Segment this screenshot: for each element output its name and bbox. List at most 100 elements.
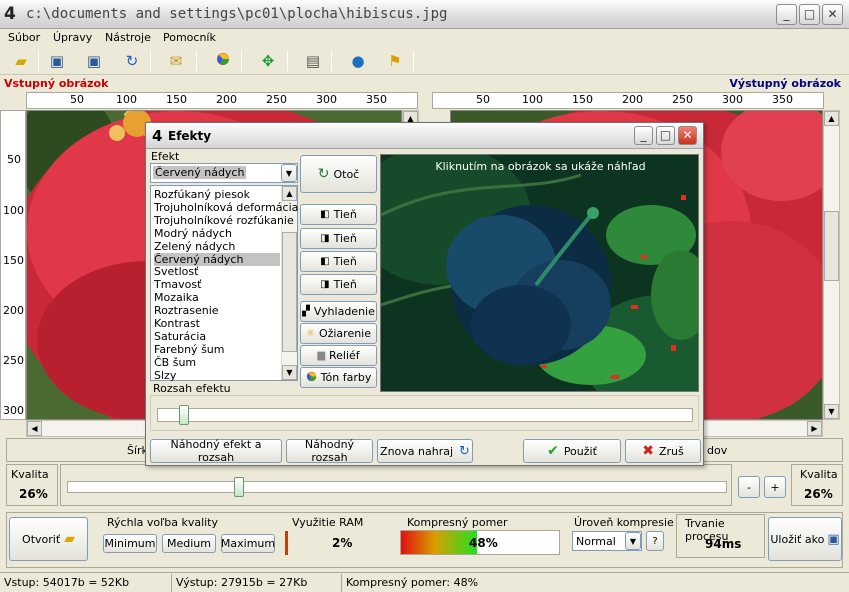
shadow-button-1[interactable]: ◧ Tieň xyxy=(300,204,377,225)
effect-select[interactable]: Červený nádych ▼ xyxy=(150,163,298,183)
open-file-button[interactable]: Otvoriť ▰ xyxy=(9,517,88,561)
ruler-tick: 200 xyxy=(622,93,643,106)
close-button[interactable]: ✕ xyxy=(822,4,843,25)
effect-list-item[interactable]: Trojuholníkové rozfúkanie xyxy=(154,214,294,227)
ruler-tick: 300 xyxy=(722,93,743,106)
compression-ratio-title: Kompresný pomer xyxy=(407,516,508,529)
scroll-thumb[interactable] xyxy=(824,211,839,281)
refresh-icon[interactable]: ↻ xyxy=(121,50,143,72)
scroll-right-icon[interactable]: ▶ xyxy=(807,421,822,436)
quality-slider-track[interactable] xyxy=(67,481,727,493)
scroll-left-icon[interactable]: ◀ xyxy=(27,421,42,436)
color-wheel-icon[interactable] xyxy=(212,50,234,72)
menu-help[interactable]: Pomocník xyxy=(163,31,216,44)
reload-button[interactable]: Znova nahraj ↻ xyxy=(377,439,473,463)
effect-list-item[interactable]: Mozaika xyxy=(154,291,199,304)
effect-preview[interactable]: Kliknutím na obrázok sa ukáže náhľad xyxy=(380,154,699,392)
medium-button[interactable]: Medium xyxy=(162,534,216,553)
scroll-down-icon[interactable]: ▼ xyxy=(282,365,297,380)
signpost-icon[interactable]: ⚑ xyxy=(384,50,406,72)
compression-level-select[interactable]: Normal ▼ xyxy=(572,531,642,551)
effect-list-item[interactable]: Saturácia xyxy=(154,330,206,343)
quality-plus-button[interactable]: + xyxy=(764,476,786,498)
maximum-button[interactable]: Maximum xyxy=(221,534,275,553)
dialog-close-button[interactable]: ✕ xyxy=(678,126,697,145)
scroll-thumb[interactable] xyxy=(282,232,297,352)
ram-usage-value: 2% xyxy=(332,536,353,550)
globe-icon[interactable]: ● xyxy=(347,50,369,72)
info-right-text: dov xyxy=(707,444,728,457)
chevron-down-icon[interactable]: ▼ xyxy=(625,532,641,550)
shadow-button-2[interactable]: ◨ Tieň xyxy=(300,228,377,249)
menu-file[interactable]: Súbor xyxy=(8,31,40,44)
menu-edit[interactable]: Úpravy xyxy=(53,31,92,44)
effect-list-item[interactable]: Farebný šum xyxy=(154,343,225,356)
right-quality-box: Kvalita 26% xyxy=(791,464,843,506)
save-as-icon[interactable]: ▣ xyxy=(83,50,105,72)
duration-value: 94ms xyxy=(705,537,742,551)
mail-icon[interactable]: ✉ xyxy=(165,50,187,72)
output-vertical-scrollbar[interactable]: ▲ ▼ xyxy=(823,110,840,420)
save-as-button[interactable]: Uložiť ako ▣ xyxy=(768,517,842,561)
effect-list-item[interactable]: Zelený nádych xyxy=(154,240,235,253)
status-bar: Vstup: 54017b = 52Kb Výstup: 27915b = 27… xyxy=(0,572,849,592)
rotate-icon: ↻ xyxy=(317,166,330,182)
effect-list-item[interactable]: Slzy xyxy=(154,369,176,382)
effect-list-item[interactable]: Modrý nádych xyxy=(154,227,232,240)
shadow-button-3[interactable]: ◧ Tieň xyxy=(300,251,377,272)
smooth-button[interactable]: ▞ Vyhladenie xyxy=(300,301,377,322)
maximize-button[interactable]: □ xyxy=(799,4,820,25)
move-icon[interactable]: ✥ xyxy=(257,50,279,72)
ruler-tick: 250 xyxy=(3,354,24,367)
ruler-tick: 350 xyxy=(366,93,387,106)
quality-minus-button[interactable]: - xyxy=(738,476,760,498)
save-icon[interactable]: ▣ xyxy=(46,50,68,72)
left-quality-label: Kvalita xyxy=(11,468,49,481)
effect-list-item[interactable]: Svetlosť xyxy=(154,265,198,278)
reload-label: Znova nahraj xyxy=(380,444,454,458)
question-icon[interactable]: ? xyxy=(646,531,664,551)
random-range-button[interactable]: Náhodný rozsah xyxy=(286,438,373,464)
rotate-button[interactable]: ↻ Otoč xyxy=(300,155,377,193)
open-icon[interactable]: ▰ xyxy=(10,50,32,72)
quality-slider-thumb[interactable] xyxy=(233,477,244,497)
effect-list-item[interactable]: Roztrasenie xyxy=(154,304,219,317)
chevron-down-icon[interactable]: ▼ xyxy=(281,164,297,182)
cancel-button[interactable]: ✖ Zruš xyxy=(625,439,701,463)
effect-list-item[interactable]: Tmavosť xyxy=(154,278,201,291)
ruler-tick: 100 xyxy=(3,204,24,217)
hue-button[interactable]: Tón farby xyxy=(300,367,377,388)
input-horizontal-ruler: 50 100 150 200 250 300 350 xyxy=(26,92,418,109)
effect-list-item[interactable]: Červený nádych xyxy=(154,252,280,266)
relief-button[interactable]: ▆ Reliéf xyxy=(300,345,377,366)
ruler-tick: 300 xyxy=(3,404,24,417)
minimize-button[interactable]: _ xyxy=(776,4,797,25)
compression-level-value: Normal xyxy=(576,535,616,548)
relief-icon: ▆ xyxy=(317,350,326,361)
dialog-maximize-button[interactable]: □ xyxy=(656,126,675,145)
range-slider-track[interactable] xyxy=(157,408,693,422)
book-icon[interactable]: ▤ xyxy=(302,50,324,72)
scroll-up-icon[interactable]: ▲ xyxy=(282,186,297,201)
scroll-up-icon[interactable]: ▲ xyxy=(824,111,839,126)
effects-list[interactable]: ▲ ▼ Rozfúkaný piesok Trojuholníková defor… xyxy=(150,185,298,382)
ram-usage-bar xyxy=(285,531,288,555)
dialog-minimize-button[interactable]: _ xyxy=(634,126,653,145)
effect-list-item[interactable]: Kontrast xyxy=(154,317,200,330)
glow-label: Ožiarenie xyxy=(318,327,372,340)
ruler-tick: 50 xyxy=(476,93,490,106)
effect-list-item[interactable]: ČB šum xyxy=(154,356,196,369)
glow-button[interactable]: ☼ Ožiarenie xyxy=(300,323,377,344)
shadow-button-4[interactable]: ◨ Tieň xyxy=(300,274,377,295)
effect-list-item[interactable]: Rozfúkaný piesok xyxy=(154,188,250,201)
scroll-down-icon[interactable]: ▼ xyxy=(824,404,839,419)
range-slider-thumb[interactable] xyxy=(178,405,189,425)
effect-list-item[interactable]: Trojuholníková deformácia xyxy=(154,201,298,214)
menu-tools[interactable]: Nástroje xyxy=(105,31,151,44)
shadow-label: Tieň xyxy=(333,278,357,291)
dialog-title-bar: 4 Efekty _ □ ✕ xyxy=(146,123,703,149)
minimum-button[interactable]: Minimum xyxy=(103,534,157,553)
apply-button[interactable]: ✔ Použiť xyxy=(523,439,621,463)
random-effect-range-button[interactable]: Náhodný efekt a rozsah xyxy=(150,438,282,464)
vertical-ruler: 50 100 150 200 250 300 xyxy=(0,110,26,420)
